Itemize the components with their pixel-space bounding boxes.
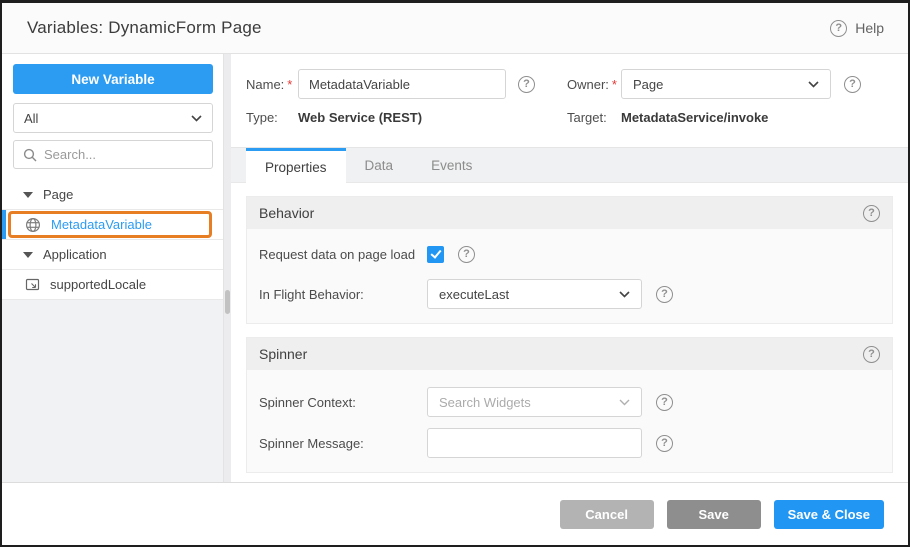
- behavior-section-body: Request data on page load ? In Flight Be…: [247, 229, 892, 323]
- scrollbar-thumb[interactable]: [225, 290, 230, 314]
- name-field-slot: ?: [298, 69, 567, 99]
- variable-search: [13, 140, 213, 169]
- help-button[interactable]: ? Help: [830, 20, 884, 37]
- tree-group-label: Application: [43, 247, 107, 262]
- variables-tree: Page MetadataVariable: [2, 180, 223, 300]
- tab-properties[interactable]: Properties: [246, 148, 346, 183]
- chevron-down-icon: [619, 399, 630, 406]
- spinner-message-help-icon[interactable]: ?: [656, 435, 673, 452]
- variables-dialog: Variables: DynamicForm Page ? Help New V…: [0, 0, 910, 547]
- request-data-label: Request data on page load: [259, 247, 427, 262]
- owner-help-icon[interactable]: ?: [844, 76, 861, 93]
- tree-group-label: Page: [43, 187, 73, 202]
- search-icon: [23, 148, 37, 162]
- variables-sidebar: New Variable All Page: [2, 54, 223, 482]
- dialog-footer: Cancel Save Save & Close: [2, 482, 908, 545]
- new-variable-button[interactable]: New Variable: [13, 64, 213, 94]
- owner-label: Owner:*: [567, 77, 621, 92]
- globe-icon: [25, 217, 41, 233]
- required-asterisk: *: [287, 77, 292, 92]
- required-asterisk: *: [612, 77, 617, 92]
- sidebar-controls: New Variable All: [2, 54, 223, 175]
- tree-item-label: supportedLocale: [50, 277, 146, 292]
- behavior-section-header: Behavior ?: [247, 197, 892, 229]
- request-data-help-icon[interactable]: ?: [458, 246, 475, 263]
- selected-indicator-bar: [2, 210, 6, 239]
- behavior-section: Behavior ? Request data on page load ? I…: [246, 196, 893, 324]
- spinner-context-label: Spinner Context:: [259, 395, 427, 410]
- in-flight-help-icon[interactable]: ?: [656, 286, 673, 303]
- in-flight-select[interactable]: executeLast: [427, 279, 642, 309]
- tree-item-supportedlocale[interactable]: supportedLocale: [2, 270, 223, 300]
- request-data-checkbox[interactable]: [427, 246, 444, 263]
- tab-events[interactable]: Events: [412, 148, 491, 182]
- type-value: Web Service (REST): [298, 110, 422, 125]
- chevron-down-icon: [191, 115, 202, 122]
- variable-filter-value: All: [24, 111, 38, 126]
- name-help-icon[interactable]: ?: [518, 76, 535, 93]
- help-icon: ?: [830, 20, 847, 37]
- sidebar-scrollbar[interactable]: [223, 54, 231, 482]
- owner-value: Page: [633, 77, 663, 92]
- target-value: MetadataService/invoke: [621, 110, 768, 125]
- type-target-row: Type: Web Service (REST) Target: Metadat…: [246, 110, 893, 125]
- behavior-section-title: Behavior: [259, 205, 314, 221]
- tree-group-application[interactable]: Application: [2, 240, 223, 270]
- spinner-help-icon[interactable]: ?: [863, 346, 880, 363]
- save-button[interactable]: Save: [667, 500, 761, 529]
- spinner-context-placeholder: Search Widgets: [439, 395, 531, 410]
- spinner-section-header: Spinner ?: [247, 338, 892, 370]
- spinner-context-row: Spinner Context: Search Widgets ?: [259, 387, 880, 417]
- spinner-section: Spinner ? Spinner Context: Search Widget…: [246, 337, 893, 473]
- dialog-body: New Variable All Page: [2, 54, 908, 482]
- spinner-context-select[interactable]: Search Widgets: [427, 387, 642, 417]
- name-label: Name:*: [246, 77, 298, 92]
- type-label: Type:: [246, 110, 298, 125]
- tab-data[interactable]: Data: [346, 148, 413, 182]
- dialog-titlebar: Variables: DynamicForm Page ? Help: [2, 3, 908, 54]
- tree-item-label: MetadataVariable: [51, 217, 152, 232]
- spinner-context-help-icon[interactable]: ?: [656, 394, 673, 411]
- tree-group-page[interactable]: Page: [2, 180, 223, 210]
- cancel-button[interactable]: Cancel: [560, 500, 654, 529]
- in-flight-label: In Flight Behavior:: [259, 287, 427, 302]
- spinner-message-label: Spinner Message:: [259, 436, 427, 451]
- spinner-message-row: Spinner Message: ?: [259, 428, 880, 458]
- request-data-row: Request data on page load ?: [259, 246, 880, 263]
- editor-tabs: Properties Data Events: [231, 147, 908, 183]
- chevron-down-icon: [808, 81, 819, 88]
- help-label: Help: [855, 20, 884, 36]
- collapse-caret-icon: [23, 192, 33, 198]
- chevron-down-icon: [619, 291, 630, 298]
- owner-select[interactable]: Page: [621, 69, 831, 99]
- sidebar-empty-area: [2, 300, 223, 482]
- properties-tab-content: Behavior ? Request data on page load ? I…: [231, 183, 908, 482]
- variable-filter-select[interactable]: All: [13, 103, 213, 133]
- spinner-message-input[interactable]: [427, 428, 642, 458]
- save-and-close-button[interactable]: Save & Close: [774, 500, 884, 529]
- in-flight-value: executeLast: [439, 287, 509, 302]
- spinner-section-title: Spinner: [259, 346, 307, 362]
- dialog-title: Variables: DynamicForm Page: [27, 18, 262, 38]
- name-owner-row: Name:* ? Owner:* Page ?: [246, 69, 893, 99]
- spinner-section-body: Spinner Context: Search Widgets ? Spinne…: [247, 370, 892, 472]
- variable-header-form: Name:* ? Owner:* Page ?: [231, 54, 908, 125]
- target-label: Target:: [567, 110, 621, 125]
- behavior-help-icon[interactable]: ?: [863, 205, 880, 222]
- locale-variable-icon: [25, 277, 40, 292]
- variable-editor-panel: Name:* ? Owner:* Page ?: [231, 54, 908, 482]
- search-input[interactable]: [44, 147, 203, 162]
- tree-item-metadatavariable[interactable]: MetadataVariable: [2, 210, 223, 240]
- collapse-caret-icon: [23, 252, 33, 258]
- in-flight-row: In Flight Behavior: executeLast ?: [259, 279, 880, 309]
- name-input[interactable]: [298, 69, 506, 99]
